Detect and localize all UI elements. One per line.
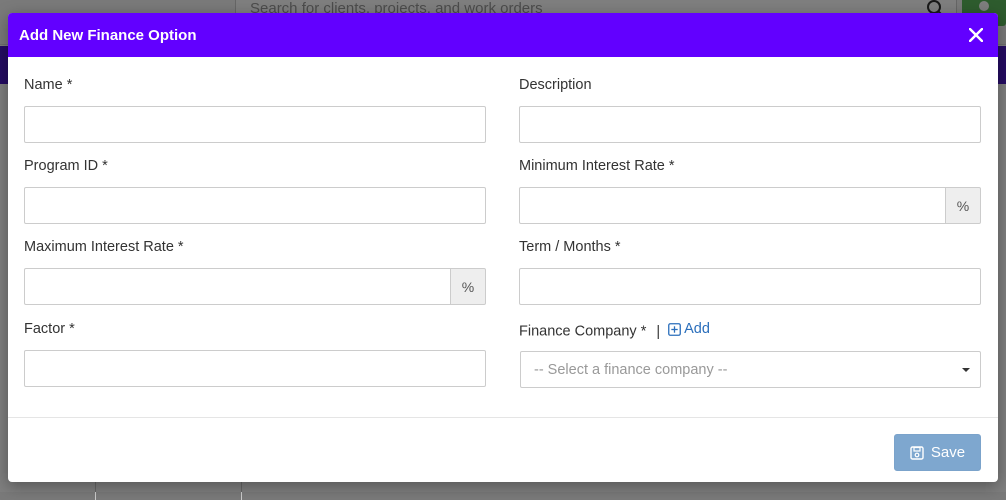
add-finance-company-link[interactable]: Add: [668, 319, 710, 339]
save-button[interactable]: Save: [894, 434, 981, 471]
max-rate-label: Maximum Interest Rate *: [24, 239, 184, 255]
finance-company-label-row: Finance Company * | Add: [519, 319, 981, 340]
max-rate-input[interactable]: [24, 268, 451, 305]
description-field-group: Description: [519, 75, 981, 143]
close-button[interactable]: [965, 24, 987, 46]
factor-label: Factor *: [24, 321, 75, 337]
percent-addon: %: [450, 268, 486, 305]
program-id-field-group: Program ID *: [24, 156, 486, 224]
label-separator: |: [656, 323, 661, 340]
modal-footer: Save: [8, 417, 998, 482]
percent-addon: %: [945, 187, 981, 224]
name-input[interactable]: [24, 106, 486, 143]
term-label: Term / Months *: [519, 239, 621, 255]
add-link-label: Add: [684, 321, 710, 337]
min-rate-input[interactable]: [519, 187, 946, 224]
caret-down-icon: [962, 368, 970, 372]
name-field-group: Name *: [24, 75, 486, 143]
max-rate-field-group: Maximum Interest Rate * %: [24, 237, 486, 305]
save-label: Save: [930, 444, 966, 461]
min-rate-label: Minimum Interest Rate *: [519, 158, 675, 174]
program-id-label: Program ID *: [24, 158, 108, 174]
term-input[interactable]: [519, 268, 981, 305]
close-icon: [969, 28, 983, 42]
add-finance-option-modal: Add New Finance Option Name * Descriptio…: [8, 13, 998, 482]
finance-company-select[interactable]: -- Select a finance company --: [520, 351, 981, 388]
factor-input[interactable]: [24, 350, 486, 387]
plus-square-icon: [668, 322, 682, 336]
term-field-group: Term / Months *: [519, 237, 981, 305]
program-id-input[interactable]: [24, 187, 486, 224]
modal-title: Add New Finance Option: [19, 26, 197, 44]
name-label: Name *: [24, 77, 73, 93]
description-input[interactable]: [519, 106, 981, 143]
min-rate-field-group: Minimum Interest Rate * %: [519, 156, 981, 224]
modal-body: Name * Description Program ID * Minimum …: [8, 57, 998, 417]
finance-company-field-group: Finance Company * | Add -- Select a finan…: [519, 319, 981, 388]
floppy-disk-icon: [910, 445, 924, 460]
description-label: Description: [519, 77, 592, 93]
finance-company-label: Finance Company *: [519, 323, 647, 340]
factor-field-group: Factor *: [24, 319, 486, 387]
finance-company-placeholder: -- Select a finance company --: [534, 361, 728, 378]
modal-header: Add New Finance Option: [8, 13, 998, 57]
